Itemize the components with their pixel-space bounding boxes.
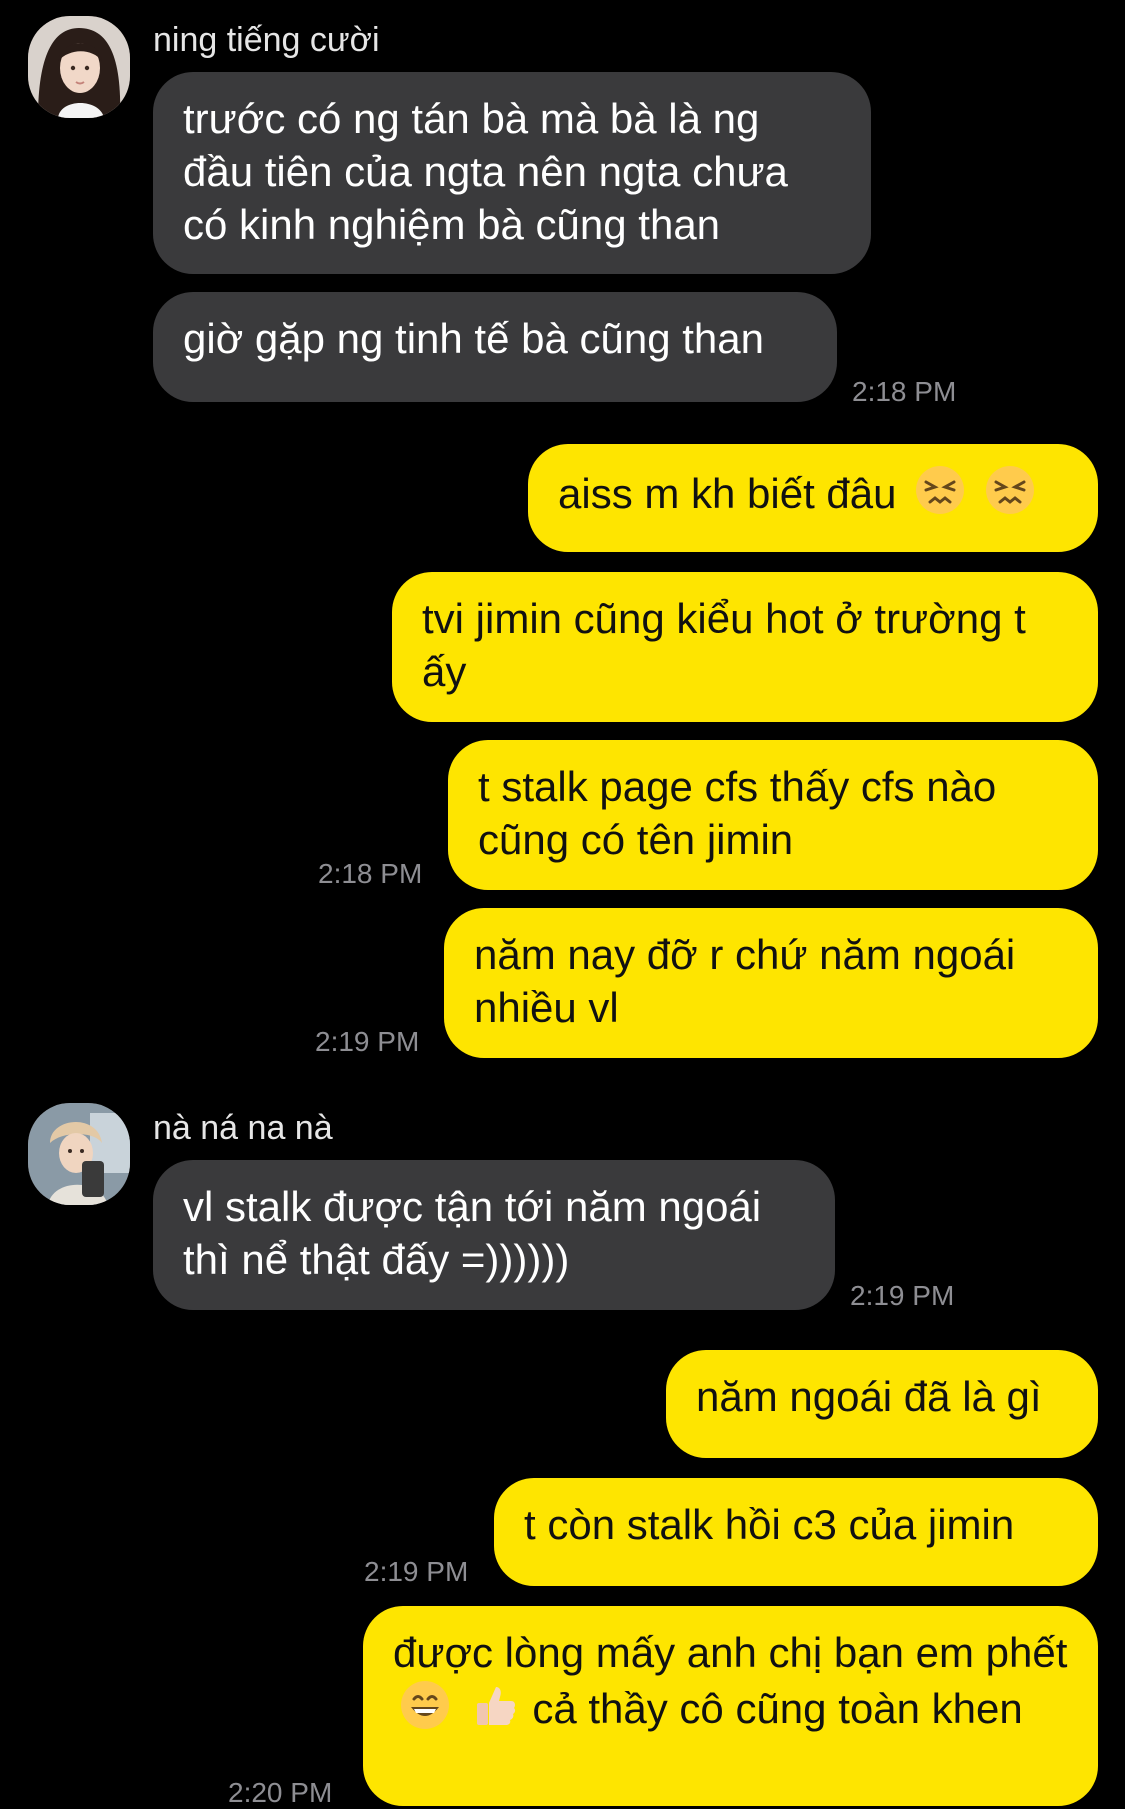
message-text: t còn stalk hồi c3 của jimin [524, 1501, 1015, 1548]
message-timestamp: 2:19 PM [315, 1026, 420, 1057]
message-bubble-incoming[interactable]: vl stalk được tận tới năm ngoái thì nể t… [153, 1160, 835, 1310]
message-text: cả thầy cô cũng toàn khen [532, 1685, 1023, 1732]
message-bubble-incoming[interactable]: trước có ng tán bà mà bà là ng đầu tiên … [153, 72, 871, 274]
message-bubble-outgoing[interactable]: được lòng mấy anh chị bạn em phết cả thầ… [363, 1606, 1098, 1806]
persevering-face-emoji [914, 464, 966, 516]
persevering-face-emoji [984, 464, 1036, 516]
avatar-ning[interactable] [28, 16, 130, 118]
message-text: t stalk page cfs thấy cfs nào cũng có tê… [478, 763, 997, 863]
message-timestamp: 2:18 PM [852, 376, 957, 407]
message-text: được lòng mấy anh chị bạn em phết [393, 1629, 1068, 1676]
grinning-face-emoji [399, 1679, 451, 1731]
message-bubble-outgoing[interactable]: năm ngoái đã là gì [666, 1350, 1098, 1458]
sender-name: ning tiếng cười [153, 21, 380, 59]
message-timestamp: 2:19 PM [850, 1280, 955, 1311]
thumbs-up-emoji [469, 1679, 521, 1731]
message-timestamp: 2:20 PM [228, 1777, 333, 1808]
avatar-na-na-na-na[interactable] [28, 1103, 130, 1205]
sender-name: nà ná na nà [153, 1109, 333, 1147]
message-bubble-outgoing[interactable]: aiss m kh biết đâu [528, 444, 1098, 552]
message-bubble-outgoing[interactable]: t còn stalk hồi c3 của jimin [494, 1478, 1098, 1586]
message-text: tvi jimin cũng kiểu hot ở trường t ấy [422, 595, 1026, 695]
message-text: vl stalk được tận tới năm ngoái thì nể t… [183, 1183, 762, 1283]
message-text: năm ngoái đã là gì [696, 1373, 1042, 1420]
message-timestamp: 2:18 PM [318, 858, 423, 889]
message-timestamp: 2:19 PM [364, 1556, 469, 1587]
message-text: trước có ng tán bà mà bà là ng đầu tiên … [183, 95, 788, 248]
message-text: năm nay đỡ r chứ năm ngoái nhiều vl [474, 931, 1016, 1031]
message-bubble-outgoing[interactable]: t stalk page cfs thấy cfs nào cũng có tê… [448, 740, 1098, 890]
message-bubble-incoming[interactable]: giờ gặp ng tinh tế bà cũng than [153, 292, 837, 402]
message-text: giờ gặp ng tinh tế bà cũng than [183, 315, 764, 362]
message-bubble-outgoing[interactable]: tvi jimin cũng kiểu hot ở trường t ấy [392, 572, 1098, 722]
message-bubble-outgoing[interactable]: năm nay đỡ r chứ năm ngoái nhiều vl [444, 908, 1098, 1058]
message-text: aiss m kh biết đâu [558, 470, 897, 517]
